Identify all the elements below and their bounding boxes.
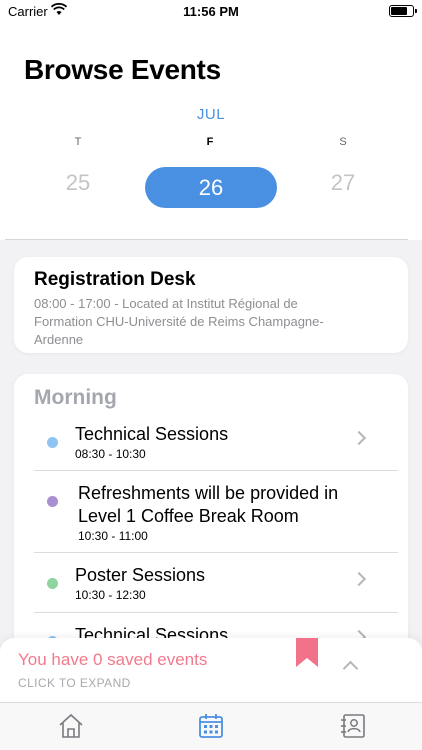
day-letter-tue: T bbox=[74, 136, 82, 148]
calendar-icon[interactable] bbox=[196, 711, 226, 741]
saved-events-panel[interactable]: You have 0 saved events CLICK TO EXPAND bbox=[0, 638, 422, 702]
chevron-right-icon bbox=[351, 571, 367, 587]
expand-hint: CLICK TO EXPAND bbox=[18, 676, 131, 690]
day-26-selected[interactable]: 26 bbox=[145, 167, 277, 208]
day-25[interactable]: 25 bbox=[48, 170, 108, 196]
session-dot bbox=[47, 578, 58, 589]
page-title: Browse Events bbox=[24, 54, 221, 85]
registration-card[interactable]: Registration Desk 08:00 - 17:00 - Locate… bbox=[14, 257, 408, 353]
session-time: 10:30 - 11:00 bbox=[78, 529, 148, 543]
registration-title: Registration Desk bbox=[34, 269, 196, 290]
battery-icon bbox=[389, 5, 417, 17]
day-27[interactable]: 27 bbox=[313, 170, 373, 196]
session-dot bbox=[47, 437, 58, 448]
header-divider bbox=[5, 239, 408, 240]
session-item[interactable]: Technical Sessions 08:30 - 10:30 bbox=[34, 420, 398, 468]
day-letter-fri: F bbox=[206, 136, 214, 148]
row-divider bbox=[34, 612, 398, 613]
schedule-card: Morning Technical Sessions 08:30 - 10:30… bbox=[14, 374, 408, 664]
section-title-morning: Morning bbox=[34, 386, 117, 409]
home-icon[interactable] bbox=[56, 711, 86, 741]
contact-card-icon[interactable] bbox=[338, 711, 368, 741]
registration-details: 08:00 - 17:00 - Located at Institut Régi… bbox=[34, 296, 324, 347]
saved-events-message: You have 0 saved events bbox=[18, 650, 208, 669]
chevron-right-icon bbox=[351, 430, 367, 446]
session-item[interactable]: Poster Sessions 10:30 - 12:30 bbox=[34, 562, 398, 610]
header: Browse Events JUL T F S 25 26 27 bbox=[0, 22, 422, 240]
month-label: JUL bbox=[196, 106, 226, 123]
clock: 11:56 PM bbox=[183, 4, 239, 19]
tab-bar bbox=[0, 702, 422, 750]
session-name: Refreshments will be provided in Level 1… bbox=[78, 483, 339, 526]
session-dot bbox=[47, 496, 58, 507]
status-bar: Carrier 11:56 PM bbox=[0, 0, 422, 22]
bookmark-icon bbox=[296, 638, 318, 667]
day-letter-sat: S bbox=[339, 136, 347, 148]
session-time: 08:30 - 10:30 bbox=[75, 447, 146, 461]
row-divider bbox=[34, 552, 398, 553]
session-time: 10:30 - 12:30 bbox=[75, 588, 146, 602]
row-divider bbox=[34, 470, 398, 471]
session-name: Technical Sessions bbox=[75, 424, 229, 444]
session-name: Poster Sessions bbox=[75, 565, 206, 585]
session-item[interactable]: Refreshments will be provided in Level 1… bbox=[34, 478, 398, 548]
